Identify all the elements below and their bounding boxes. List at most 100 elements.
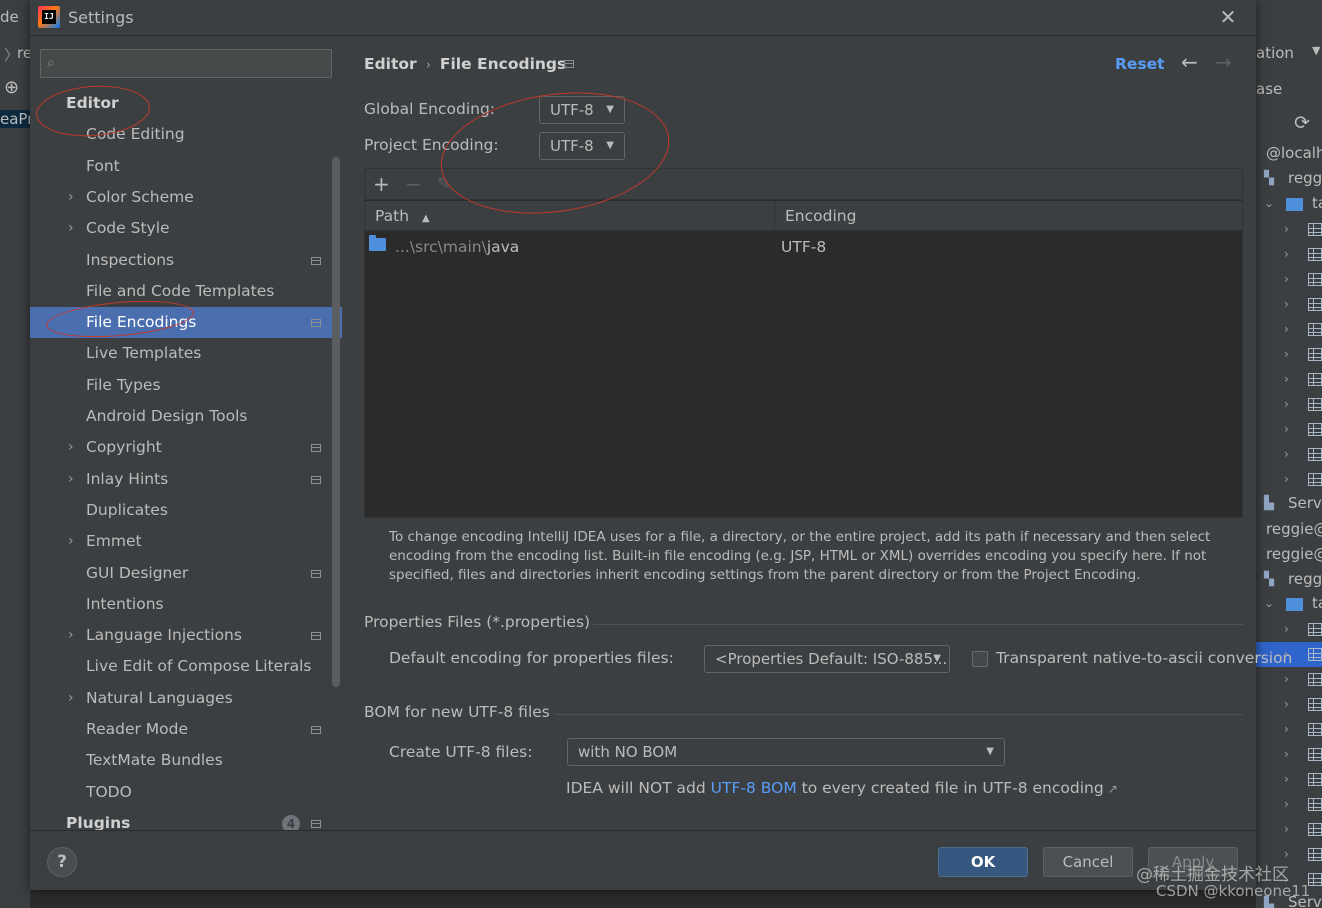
path-name: java (486, 238, 520, 256)
project-encoding-select[interactable]: UTF-8 ▼ (539, 132, 625, 160)
table-row[interactable]: ...\src\main\java UTF-8 (365, 232, 1242, 262)
sidebar-item-label: Natural Languages (86, 688, 233, 707)
sidebar-item-label: Inspections (86, 250, 175, 269)
background-table-node: › (1256, 467, 1322, 492)
chevron-right-icon: › (1284, 372, 1289, 386)
sidebar-item-inspections[interactable]: Inspections (30, 245, 342, 276)
sidebar-item-live-edit-of-compose-literals[interactable]: Live Edit of Compose Literals (30, 651, 342, 682)
project-encoding-label: Project Encoding: (364, 136, 499, 154)
search-icon: ⌕ (47, 55, 55, 71)
sidebar-item-textmate-bundles[interactable]: TextMate Bundles (30, 745, 342, 776)
transparent-conversion-checkbox[interactable] (972, 651, 988, 667)
sidebar-item-label: Copyright (86, 438, 162, 457)
chevron-right-icon[interactable]: › (68, 620, 74, 651)
sidebar-item-reader-mode[interactable]: Reader Mode (30, 714, 342, 745)
section-divider (555, 714, 1243, 715)
sidebar-item-android-design-tools[interactable]: Android Design Tools (30, 401, 342, 432)
utf8-bom-link[interactable]: UTF-8 BOM (711, 779, 797, 797)
sidebar-item-gui-designer[interactable]: GUI Designer (30, 558, 342, 589)
help-button[interactable]: ? (47, 847, 77, 877)
sidebar-item-label: GUI Designer (86, 563, 189, 582)
forward-arrow-icon[interactable]: → (1215, 50, 1232, 74)
sidebar-item-label: TODO (86, 782, 132, 801)
back-arrow-icon[interactable]: ← (1181, 50, 1198, 74)
table-icon (1308, 648, 1322, 661)
sidebar-item-copyright[interactable]: › Copyright (30, 432, 342, 463)
chevron-right-icon: › (1284, 247, 1289, 261)
chevron-down-icon: ⌄ (1264, 196, 1275, 210)
sidebar-item-label: Code Editing (86, 125, 185, 144)
sidebar-item-duplicates[interactable]: Duplicates (30, 495, 342, 526)
project-scope-icon (311, 256, 321, 265)
edit-icon[interactable]: ✎ (437, 172, 450, 196)
sidebar-item-todo[interactable]: TODO (30, 777, 342, 808)
table-icon (1308, 223, 1322, 236)
sidebar-item-file-types[interactable]: File Types (30, 370, 342, 401)
sidebar-item-label: TextMate Bundles (86, 751, 223, 770)
sidebar-item-intentions[interactable]: Intentions (30, 589, 342, 620)
cancel-button[interactable]: Cancel (1043, 847, 1133, 877)
close-icon[interactable]: ✕ (1218, 6, 1238, 28)
breadcrumb-parent[interactable]: Editor (364, 55, 417, 73)
chevron-right-icon: › (1284, 472, 1289, 486)
sidebar-item-plugins[interactable]: Plugins 4 (30, 808, 342, 830)
project-scope-icon (311, 819, 321, 828)
database-icon: ▚ (1264, 171, 1274, 186)
chevron-right-icon[interactable]: › (68, 213, 74, 244)
ok-button[interactable]: OK (938, 847, 1028, 877)
table-toolbar: + − ✎ (365, 169, 1242, 200)
reset-link[interactable]: Reset (1115, 55, 1165, 73)
bom-note-suffix: to every created file in UTF-8 encoding (796, 779, 1104, 797)
chevron-right-icon[interactable]: › (68, 683, 74, 714)
sidebar-scrollbar[interactable] (332, 157, 340, 687)
table-icon (1308, 398, 1322, 411)
sidebar-item-color-scheme[interactable]: › Color Scheme (30, 182, 342, 213)
sidebar-item-label: Duplicates (86, 500, 168, 519)
path-encoding-table: + − ✎ Path ▲ Encoding ...\src\main\java … (364, 168, 1243, 518)
table-icon (1308, 623, 1322, 636)
chevron-down-icon: ▼ (606, 140, 614, 151)
sidebar-item-inlay-hints[interactable]: › Inlay Hints (30, 464, 342, 495)
background-ide-left: de 〉 re ⊕ eaPr (0, 0, 34, 908)
chevron-right-icon[interactable]: › (68, 526, 74, 557)
sidebar-item-emmet[interactable]: › Emmet (30, 526, 342, 557)
chevron-right-icon: › (1284, 397, 1289, 411)
chevron-right-icon[interactable]: › (68, 182, 74, 213)
global-encoding-select[interactable]: UTF-8 ▼ (539, 96, 625, 124)
background-table-node: › (1256, 367, 1322, 392)
search-input[interactable]: ⌕ (40, 49, 332, 78)
background-table-node: › (1256, 217, 1322, 242)
properties-section-title: Properties Files (*.properties) (364, 613, 591, 631)
global-encoding-label: Global Encoding: (364, 100, 496, 118)
settings-dialog: IJ Settings ✕ ⌕ Editor Code Editing Font › C… (30, 0, 1292, 890)
sidebar-item-code-editing[interactable]: Code Editing (30, 119, 342, 150)
chevron-right-icon[interactable]: › (68, 464, 74, 495)
sidebar-item-code-style[interactable]: › Code Style (30, 213, 342, 244)
sidebar-item-file-and-code-templates[interactable]: File and Code Templates (30, 276, 342, 307)
chevron-right-icon[interactable]: › (68, 432, 74, 463)
background-table-node: › (1256, 767, 1322, 792)
table-icon (1308, 273, 1322, 286)
sidebar-item-file-encodings[interactable]: File Encodings (30, 307, 342, 339)
create-utf8-select[interactable]: with NO BOM ▼ (567, 738, 1005, 766)
sidebar-item-natural-languages[interactable]: › Natural Languages (30, 683, 342, 714)
project-scope-icon (311, 475, 321, 484)
plugin-update-badge: 4 (282, 814, 300, 830)
bom-section-title: BOM for new UTF-8 files (364, 703, 550, 721)
sidebar-item-live-templates[interactable]: Live Templates (30, 338, 342, 369)
properties-encoding-select[interactable]: <Properties Default: ISO-885... ▼ (704, 645, 950, 673)
column-header-path[interactable]: Path ▲ (365, 201, 775, 231)
remove-icon[interactable]: − (405, 172, 422, 196)
bg-fragment: ation (1256, 44, 1294, 62)
table-icon (1308, 423, 1322, 436)
sidebar-item-label: File and Code Templates (86, 281, 275, 300)
sidebar-item-editor[interactable]: Editor (30, 88, 342, 119)
column-header-encoding[interactable]: Encoding (775, 201, 1242, 231)
sidebar-item-language-injections[interactable]: › Language Injections (30, 620, 342, 651)
sidebar-item-font[interactable]: Font (30, 151, 342, 182)
bg-fragment: reggie@ (1266, 545, 1322, 563)
add-icon[interactable]: + (373, 172, 390, 196)
table-icon (1308, 373, 1322, 386)
project-scope-icon (311, 444, 321, 453)
project-encoding-value: UTF-8 (550, 137, 594, 155)
